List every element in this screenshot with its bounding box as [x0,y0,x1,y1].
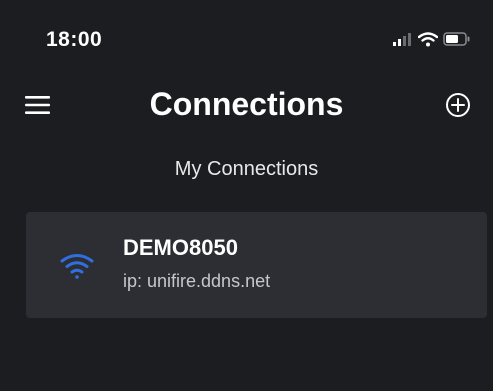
battery-icon [443,32,470,46]
page-title: Connections [149,86,344,122]
connection-name: DEMO8050 [123,235,238,260]
wifi-icon [60,254,94,279]
wifi-status-icon [418,31,438,46]
connection-item[interactable]: DEMO8050 ip: unifire.ddns.net [26,212,487,318]
navigation-header: Connections [0,80,493,130]
section-label: My Connections [174,158,319,180]
status-icons [393,29,471,49]
status-bar: 18:00 [0,0,493,80]
add-circle-icon[interactable] [443,90,473,120]
status-time: 18:00 [46,28,103,51]
connection-ip: ip: unifire.ddns.net [123,271,271,291]
signal-icon [393,33,411,46]
